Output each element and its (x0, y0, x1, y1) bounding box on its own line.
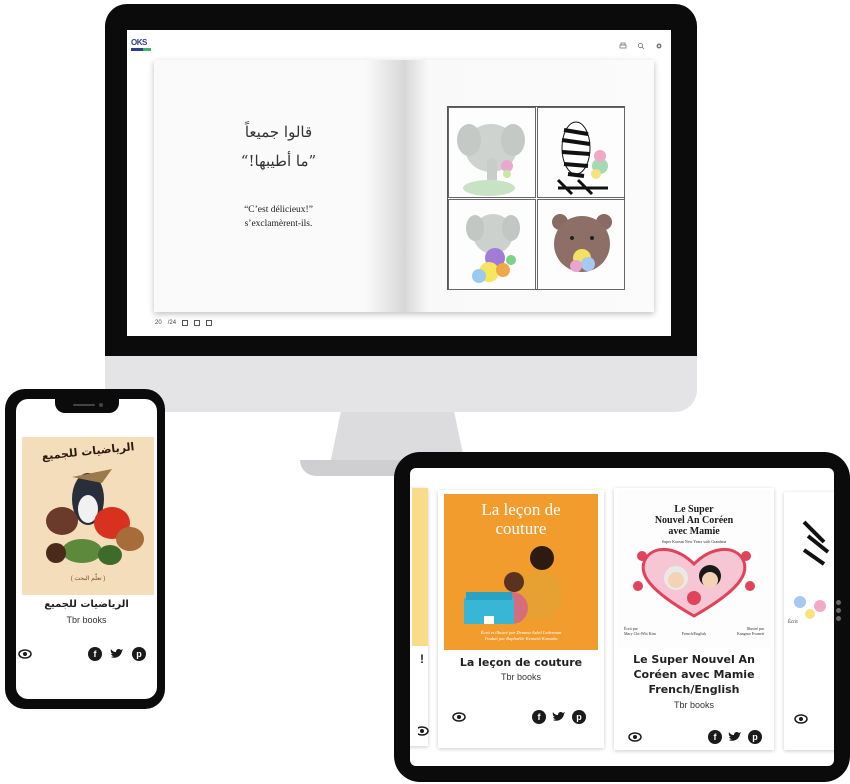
book-card-partial-right[interactable]: Écrit (784, 492, 834, 750)
book-author[interactable]: Tbr books (614, 700, 774, 710)
sewing-illustration (464, 546, 562, 624)
eye-icon[interactable] (418, 724, 430, 738)
book-author[interactable]: Tbr books (438, 672, 604, 682)
card-actions: f p (614, 728, 774, 746)
print-icon[interactable] (619, 42, 627, 50)
settings-icon[interactable] (655, 42, 663, 50)
zebra-panel (537, 107, 625, 198)
cover-subtitle: ( تعلّم البحث ) (70, 576, 106, 582)
pinterest-icon[interactable]: p (132, 647, 146, 661)
current-page[interactable]: 20 (155, 320, 162, 326)
search-icon[interactable] (637, 42, 645, 50)
arabic-text-line-1: قالوا جميعاً (244, 123, 313, 141)
animals-illustration (46, 469, 144, 565)
page-navigator: 20 /24 (155, 320, 213, 326)
facebook-icon[interactable]: f (88, 647, 102, 661)
double-page-icon[interactable] (194, 320, 201, 326)
phone-device: الرياضيات للجميع ( تعلّم البحث ) الرياضي… (5, 389, 165, 709)
book-author[interactable]: Tbr books (16, 615, 157, 625)
arabic-text-line-2: ”ما أطيبها!“ (240, 152, 317, 170)
pinterest-icon[interactable]: p (572, 710, 586, 724)
fullscreen-icon[interactable] (206, 320, 213, 326)
twitter-icon[interactable] (728, 731, 742, 743)
french-text-line-2: s’exclamèrent-ils. (244, 219, 313, 229)
pinterest-icon[interactable]: p (748, 730, 762, 744)
book-card-couture[interactable]: La leçon de couture Écrit et illustré pa… (438, 490, 604, 748)
facebook-icon[interactable]: f (532, 710, 546, 724)
right-page[interactable] (403, 60, 654, 312)
tablet-device: ! La leçon de couture Écrit et illustré … (394, 452, 850, 782)
card-actions: f p (16, 645, 157, 663)
book-title[interactable]: الرياضيات للجميع (16, 599, 157, 610)
left-page[interactable]: قالوا جميعاً ”ما أطيبها!“ “C’est délicie… (154, 60, 403, 312)
phone-notch (54, 399, 119, 413)
tbr-logo[interactable]: OKS (131, 38, 153, 56)
book-cover-korean-new-year[interactable]: Le Super Nouvel An Coréen avec Mamie Sup… (618, 490, 770, 648)
eye-icon[interactable] (628, 730, 642, 744)
book-title[interactable]: Le Super Nouvel An Coréen avec Mamie Fre… (614, 652, 774, 697)
single-page-icon[interactable] (182, 320, 189, 326)
twitter-icon[interactable] (110, 648, 124, 660)
facebook-icon[interactable]: f (708, 730, 722, 744)
french-text-line-1: “C’est délicieux!” (244, 205, 313, 215)
illustration-panels (447, 106, 625, 290)
book-card-partial-left[interactable]: ! (410, 488, 430, 746)
book-card-korean-new-year[interactable]: Le Super Nouvel An Coréen avec Mamie Sup… (614, 488, 774, 750)
book-cover-couture[interactable]: La leçon de couture Écrit et illustré pa… (444, 494, 598, 650)
book-title[interactable]: La leçon de couture (438, 656, 604, 669)
heart-illustration (633, 548, 755, 618)
monitor-chin (105, 356, 697, 412)
card-actions: f p (438, 708, 604, 726)
eye-icon[interactable] (794, 712, 808, 726)
twitter-icon[interactable] (552, 711, 566, 723)
book-cover-math[interactable]: الرياضيات للجميع ( تعلّم البحث ) (22, 437, 154, 595)
total-pages: /24 (167, 320, 177, 326)
open-book[interactable]: قالوا جميعاً ”ما أطيبها!“ “C’est délicie… (154, 60, 654, 312)
tablet-side-buttons (836, 597, 844, 624)
flipbook-screen: OKS قالوا جميعاً ”ما أطيبها!“ “C’est dél… (127, 30, 671, 336)
tablet-screen: ! La leçon de couture Écrit et illustré … (410, 468, 834, 766)
viewer-toolbar (619, 42, 663, 50)
eye-icon[interactable] (18, 647, 32, 661)
bear-panel (537, 199, 625, 290)
elephant-panel (448, 107, 536, 198)
phone-screen: الرياضيات للجميع ( تعلّم البحث ) الرياضي… (16, 399, 157, 699)
elephant-eating-panel (448, 199, 536, 290)
eye-icon[interactable] (452, 710, 466, 724)
devices-mockup: OKS قالوا جميعاً ”ما أطيبها!“ “C’est dél… (0, 0, 850, 784)
